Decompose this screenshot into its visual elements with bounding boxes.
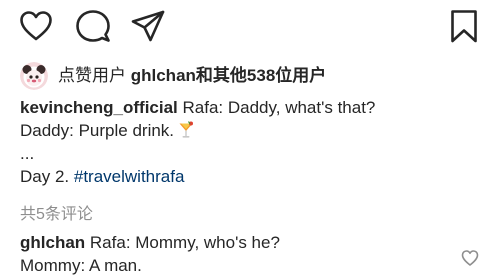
likes-summary[interactable]: 点赞用户 ghlchan和其他538位用户 [20, 60, 326, 92]
caption-line: kevincheng_official Rafa: Daddy, what's … [20, 96, 490, 119]
comment-username-link[interactable]: ghlchan [20, 233, 85, 252]
comment-line: Mommy: A man. [20, 254, 460, 275]
share-icon[interactable] [130, 8, 166, 44]
caption-text: Daddy: Purple drink. [20, 121, 175, 140]
likes-prefix: 点赞用户 [58, 66, 126, 85]
comment-icon[interactable] [75, 8, 111, 44]
post-detail: 点赞用户 ghlchan和其他538位用户 kevincheng_officia… [0, 0, 500, 275]
caption-line: ... [20, 142, 490, 165]
tropical-drink-icon [178, 121, 194, 139]
caption-text: ... [20, 144, 35, 163]
heart-icon[interactable] [18, 8, 54, 44]
comment-text: Mommy: A man. [20, 256, 142, 275]
caption-username-link[interactable]: kevincheng_official [20, 98, 178, 117]
comment-item: ghlchan Rafa: Mommy, who's he? Mommy: A … [20, 231, 460, 275]
caption-line: Day 2. #travelwithrafa [20, 165, 490, 188]
comment-like-heart-icon[interactable] [461, 249, 479, 267]
post-action-bar [0, 0, 500, 52]
caption-line: Daddy: Purple drink. [20, 119, 490, 142]
bookmark-icon[interactable] [446, 8, 482, 44]
comment-text: Rafa: Mommy, who's he? [89, 233, 280, 252]
likes-username-link[interactable]: ghlchan [131, 66, 196, 85]
view-all-comments-link[interactable]: 共5条评论 [20, 205, 93, 225]
post-caption: kevincheng_official Rafa: Daddy, what's … [20, 96, 490, 188]
liker-avatar[interactable] [20, 62, 48, 90]
caption-text: Day 2. [20, 167, 70, 186]
likes-text: 点赞用户 ghlchan和其他538位用户 [58, 66, 326, 86]
likes-others-link[interactable]: 和其他538位用户 [196, 66, 326, 85]
hashtag-link[interactable]: #travelwithrafa [74, 167, 185, 186]
comment-line: ghlchan Rafa: Mommy, who's he? [20, 231, 460, 254]
caption-text: Rafa: Daddy, what's that? [182, 98, 376, 117]
